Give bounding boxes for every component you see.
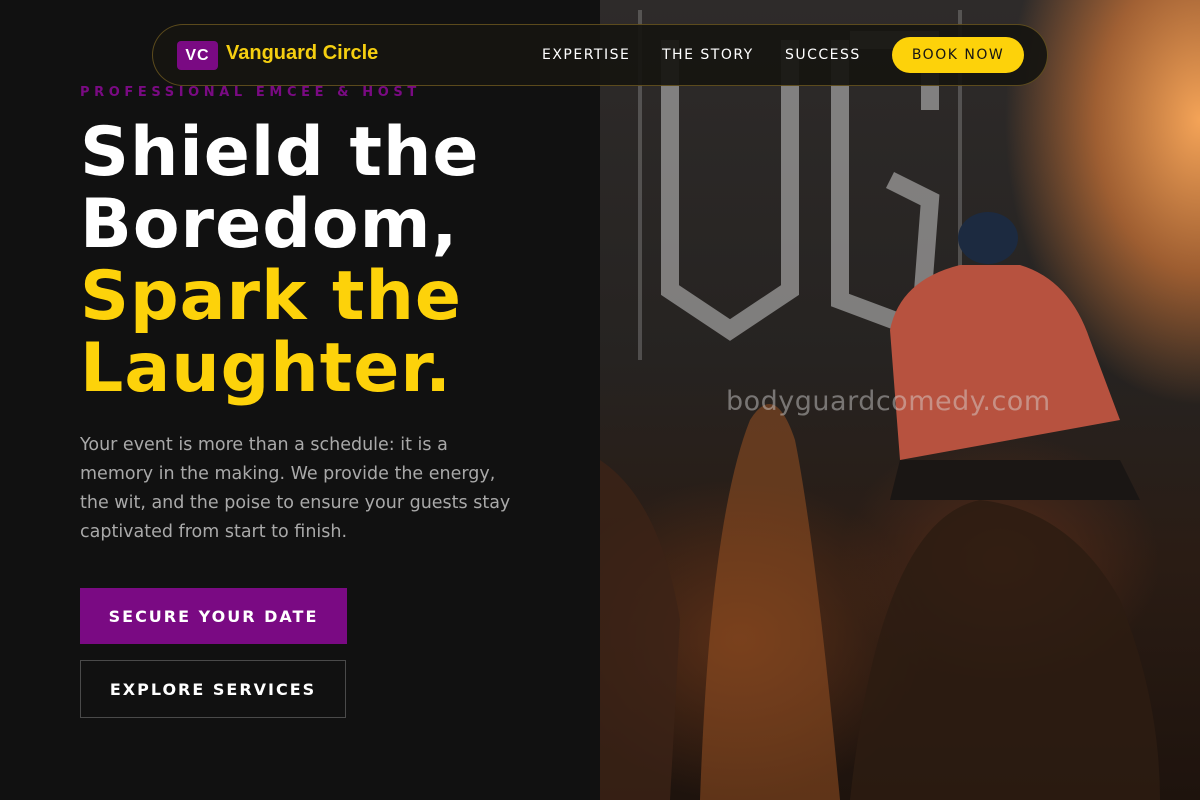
hero-stage-photo: bodyguardcomedy.com [600,0,1200,800]
headline-line-1: Shield the [80,113,480,192]
top-navigation-bar: VC Vanguard Circle EXPERTISE THE STORY S… [152,24,1048,86]
explore-services-button[interactable]: EXPLORE SERVICES [80,660,346,718]
nav-link-expertise[interactable]: EXPERTISE [542,47,630,63]
secure-your-date-button[interactable]: SECURE YOUR DATE [80,588,347,644]
nav-link-success[interactable]: SUCCESS [785,47,861,63]
headline-accent-line-1: Spark the [80,257,463,336]
book-now-button[interactable]: BOOK NOW [892,37,1024,73]
headline-accent-line-2: Laughter. [80,329,453,408]
logo-badge[interactable]: VC [177,41,218,70]
watermark-text: bodyguardcomedy.com [726,386,1051,417]
headline-line-2: Boredom, [80,185,459,264]
nav-link-the-story[interactable]: THE STORY [662,47,754,63]
hero-description: Your event is more than a schedule: it i… [80,435,511,542]
hero-eyebrow: PROFESSIONAL EMCEE & HOST [80,85,421,100]
hero-headline: Shield the Boredom, Spark the Laughter. [80,117,480,405]
brand-name[interactable]: Vanguard Circle [226,42,378,65]
